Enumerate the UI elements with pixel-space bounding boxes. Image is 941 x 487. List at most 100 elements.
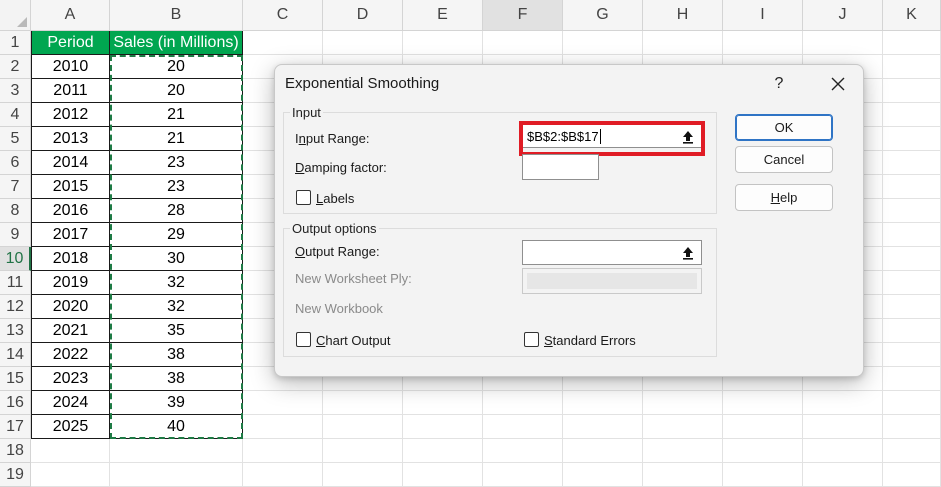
sales-cell[interactable]: 23 bbox=[110, 175, 243, 199]
cell[interactable] bbox=[883, 199, 941, 223]
cell[interactable] bbox=[403, 415, 483, 439]
cell[interactable] bbox=[563, 415, 643, 439]
period-cell[interactable]: 2020 bbox=[31, 295, 110, 319]
column-header-b[interactable]: B bbox=[110, 0, 243, 31]
row-header-1[interactable]: 1 bbox=[0, 31, 31, 55]
cell[interactable] bbox=[723, 415, 803, 439]
sales-cell[interactable]: 28 bbox=[110, 199, 243, 223]
ok-button[interactable]: OK bbox=[735, 114, 833, 141]
period-cell[interactable]: 2018 bbox=[31, 247, 110, 271]
header-period[interactable]: Period bbox=[31, 31, 110, 55]
cell[interactable] bbox=[883, 103, 941, 127]
cell[interactable] bbox=[723, 463, 803, 487]
cell[interactable] bbox=[883, 463, 941, 487]
cell[interactable] bbox=[643, 439, 723, 463]
period-cell[interactable]: 2015 bbox=[31, 175, 110, 199]
cell[interactable] bbox=[803, 463, 883, 487]
row-header-14[interactable]: 14 bbox=[0, 343, 31, 367]
cell[interactable] bbox=[883, 79, 941, 103]
cell[interactable] bbox=[883, 55, 941, 79]
sales-cell[interactable]: 40 bbox=[110, 415, 243, 439]
cancel-button[interactable]: Cancel bbox=[735, 146, 833, 173]
cell[interactable] bbox=[243, 391, 323, 415]
cell[interactable] bbox=[31, 463, 110, 487]
cell[interactable] bbox=[323, 439, 403, 463]
cell[interactable] bbox=[323, 415, 403, 439]
row-header-17[interactable]: 17 bbox=[0, 415, 31, 439]
cell[interactable] bbox=[723, 439, 803, 463]
chart-output-checkbox[interactable] bbox=[296, 332, 311, 347]
cell[interactable] bbox=[323, 391, 403, 415]
standard-errors-checkbox[interactable] bbox=[524, 332, 539, 347]
period-cell[interactable]: 2023 bbox=[31, 367, 110, 391]
column-header-a[interactable]: A bbox=[31, 0, 110, 31]
sales-cell[interactable]: 29 bbox=[110, 223, 243, 247]
column-header-c[interactable]: C bbox=[243, 0, 323, 31]
column-header-g[interactable]: G bbox=[563, 0, 643, 31]
cell[interactable] bbox=[643, 391, 723, 415]
cell[interactable] bbox=[403, 463, 483, 487]
row-header-2[interactable]: 2 bbox=[0, 55, 31, 79]
period-cell[interactable]: 2024 bbox=[31, 391, 110, 415]
cell[interactable] bbox=[403, 391, 483, 415]
cell[interactable] bbox=[643, 415, 723, 439]
sales-cell[interactable]: 38 bbox=[110, 343, 243, 367]
select-all-corner[interactable] bbox=[0, 0, 31, 31]
row-header-13[interactable]: 13 bbox=[0, 319, 31, 343]
cell[interactable] bbox=[883, 271, 941, 295]
cell[interactable] bbox=[883, 343, 941, 367]
sales-cell[interactable]: 21 bbox=[110, 127, 243, 151]
cell[interactable] bbox=[563, 439, 643, 463]
cell[interactable] bbox=[403, 439, 483, 463]
cell[interactable] bbox=[883, 175, 941, 199]
labels-label[interactable]: Labels bbox=[316, 191, 354, 206]
cell[interactable] bbox=[883, 415, 941, 439]
period-cell[interactable]: 2016 bbox=[31, 199, 110, 223]
cell[interactable] bbox=[883, 367, 941, 391]
cell[interactable] bbox=[803, 31, 883, 55]
cell[interactable] bbox=[483, 463, 563, 487]
row-header-11[interactable]: 11 bbox=[0, 271, 31, 295]
period-cell[interactable]: 2017 bbox=[31, 223, 110, 247]
cell[interactable] bbox=[243, 415, 323, 439]
sales-cell[interactable]: 32 bbox=[110, 295, 243, 319]
row-header-6[interactable]: 6 bbox=[0, 151, 31, 175]
output-range-collapse-button[interactable] bbox=[677, 243, 699, 263]
cell[interactable] bbox=[723, 31, 803, 55]
cell[interactable] bbox=[803, 391, 883, 415]
cell[interactable] bbox=[803, 439, 883, 463]
period-cell[interactable]: 2012 bbox=[31, 103, 110, 127]
period-cell[interactable]: 2022 bbox=[31, 343, 110, 367]
cell[interactable] bbox=[483, 31, 563, 55]
output-range-field[interactable] bbox=[522, 240, 702, 265]
period-cell[interactable]: 2010 bbox=[31, 55, 110, 79]
cell[interactable] bbox=[563, 391, 643, 415]
period-cell[interactable]: 2025 bbox=[31, 415, 110, 439]
sales-cell[interactable]: 38 bbox=[110, 367, 243, 391]
cell[interactable] bbox=[243, 463, 323, 487]
row-header-10[interactable]: 10 bbox=[0, 247, 31, 271]
input-range-collapse-button[interactable] bbox=[677, 127, 699, 147]
chart-output-label[interactable]: Chart Output bbox=[316, 333, 390, 348]
cell[interactable] bbox=[483, 391, 563, 415]
cell[interactable] bbox=[883, 247, 941, 271]
help-icon[interactable]: ? bbox=[767, 71, 791, 97]
cell[interactable] bbox=[883, 127, 941, 151]
sales-cell[interactable]: 20 bbox=[110, 79, 243, 103]
column-header-j[interactable]: J bbox=[803, 0, 883, 31]
row-header-12[interactable]: 12 bbox=[0, 295, 31, 319]
cell[interactable] bbox=[110, 463, 243, 487]
row-header-19[interactable]: 19 bbox=[0, 463, 31, 487]
cell[interactable] bbox=[883, 319, 941, 343]
row-header-3[interactable]: 3 bbox=[0, 79, 31, 103]
column-header-e[interactable]: E bbox=[403, 0, 483, 31]
cell[interactable] bbox=[723, 391, 803, 415]
cell[interactable] bbox=[110, 439, 243, 463]
column-header-f[interactable]: F bbox=[483, 0, 563, 31]
row-header-8[interactable]: 8 bbox=[0, 199, 31, 223]
sales-cell[interactable]: 32 bbox=[110, 271, 243, 295]
cell[interactable] bbox=[323, 463, 403, 487]
input-range-field[interactable]: $B$2:$B$17 bbox=[522, 124, 702, 148]
column-header-i[interactable]: I bbox=[723, 0, 803, 31]
row-header-4[interactable]: 4 bbox=[0, 103, 31, 127]
